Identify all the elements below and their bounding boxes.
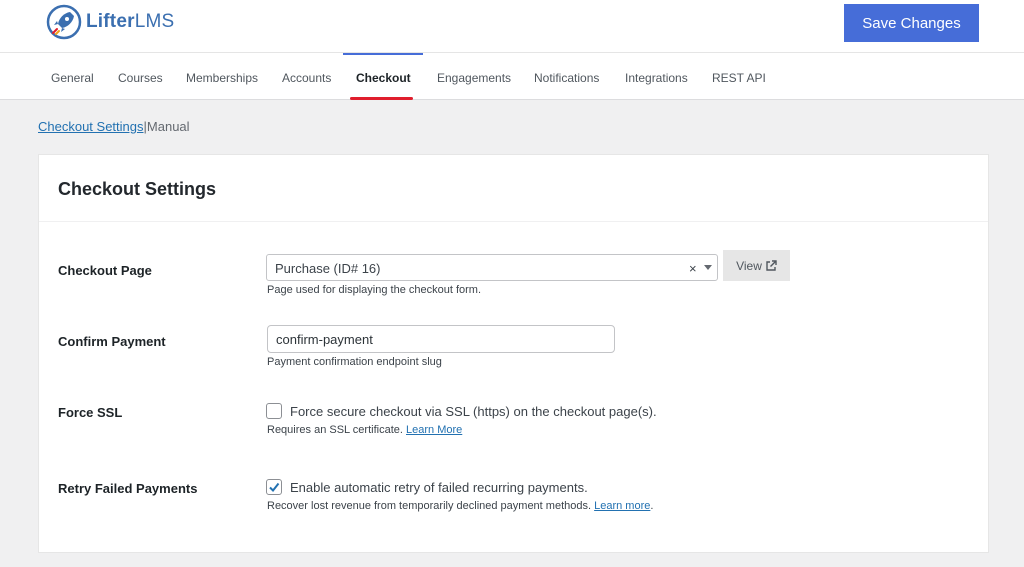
rocket-logo-icon <box>46 4 82 40</box>
force-ssl-checkbox-label: Force secure checkout via SSL (https) on… <box>290 403 657 419</box>
force-ssl-checkbox[interactable] <box>266 403 282 419</box>
clear-selection-icon[interactable]: × <box>689 261 697 276</box>
force-ssl-option[interactable]: Force secure checkout via SSL (https) on… <box>266 403 657 419</box>
view-page-button[interactable]: View <box>723 250 790 281</box>
tab-integrations[interactable]: Integrations <box>625 53 688 100</box>
checkout-settings-card: Checkout Settings Checkout Page Purchase… <box>38 154 989 553</box>
card-divider <box>39 221 988 222</box>
subnav-manual-link[interactable]: Manual <box>147 119 190 134</box>
checkout-page-label: Checkout Page <box>58 263 152 278</box>
retry-failed-learn-more-link[interactable]: Learn more <box>594 500 650 512</box>
breadcrumb: Checkout Settings|Manual <box>38 119 190 134</box>
view-button-label: View <box>736 258 762 273</box>
tab-general[interactable]: General <box>51 53 94 100</box>
tab-checkout[interactable]: Checkout <box>356 53 411 100</box>
force-ssl-label: Force SSL <box>58 405 123 420</box>
active-tab-underline <box>350 97 413 100</box>
retry-failed-option[interactable]: Enable automatic retry of failed recurri… <box>266 479 588 495</box>
force-ssl-description: Requires an SSL certificate. Learn More <box>267 424 463 436</box>
tab-memberships[interactable]: Memberships <box>186 53 258 100</box>
checkout-page-selected-value: Purchase (ID# 16) <box>275 261 381 276</box>
brand-name: LifterLMS <box>86 11 175 32</box>
lifterlms-logo[interactable]: LifterLMS <box>46 4 174 40</box>
tab-engagements[interactable]: Engagements <box>437 53 511 100</box>
retry-failed-payments-label: Retry Failed Payments <box>58 481 198 496</box>
tab-accounts[interactable]: Accounts <box>282 53 331 100</box>
external-link-icon <box>766 259 777 271</box>
confirm-payment-input[interactable] <box>267 325 615 353</box>
save-changes-button[interactable]: Save Changes <box>844 4 979 42</box>
top-bar: LifterLMS Save Changes <box>0 0 1024 52</box>
confirm-payment-description: Payment confirmation endpoint slug <box>267 356 442 368</box>
checkmark-icon <box>269 482 280 493</box>
checkout-page-description: Page used for displaying the checkout fo… <box>267 284 482 296</box>
dropdown-arrow-icon[interactable] <box>704 265 712 270</box>
force-ssl-learn-more-link[interactable]: Learn More <box>406 424 462 436</box>
settings-tabs: General Courses Memberships Accounts Che… <box>0 52 1024 100</box>
tab-rest-api[interactable]: REST API <box>712 53 766 100</box>
tab-notifications[interactable]: Notifications <box>534 53 599 100</box>
card-title: Checkout Settings <box>58 179 217 199</box>
tab-courses[interactable]: Courses <box>118 53 163 100</box>
retry-failed-checkbox-label: Enable automatic retry of failed recurri… <box>290 479 588 495</box>
checkout-page-select[interactable]: Purchase (ID# 16) × <box>266 254 718 281</box>
confirm-payment-label: Confirm Payment <box>58 334 166 349</box>
retry-failed-checkbox[interactable] <box>266 479 282 495</box>
retry-failed-description: Recover lost revenue from temporarily de… <box>267 500 654 512</box>
subnav-checkout-settings-link[interactable]: Checkout Settings <box>38 119 144 134</box>
